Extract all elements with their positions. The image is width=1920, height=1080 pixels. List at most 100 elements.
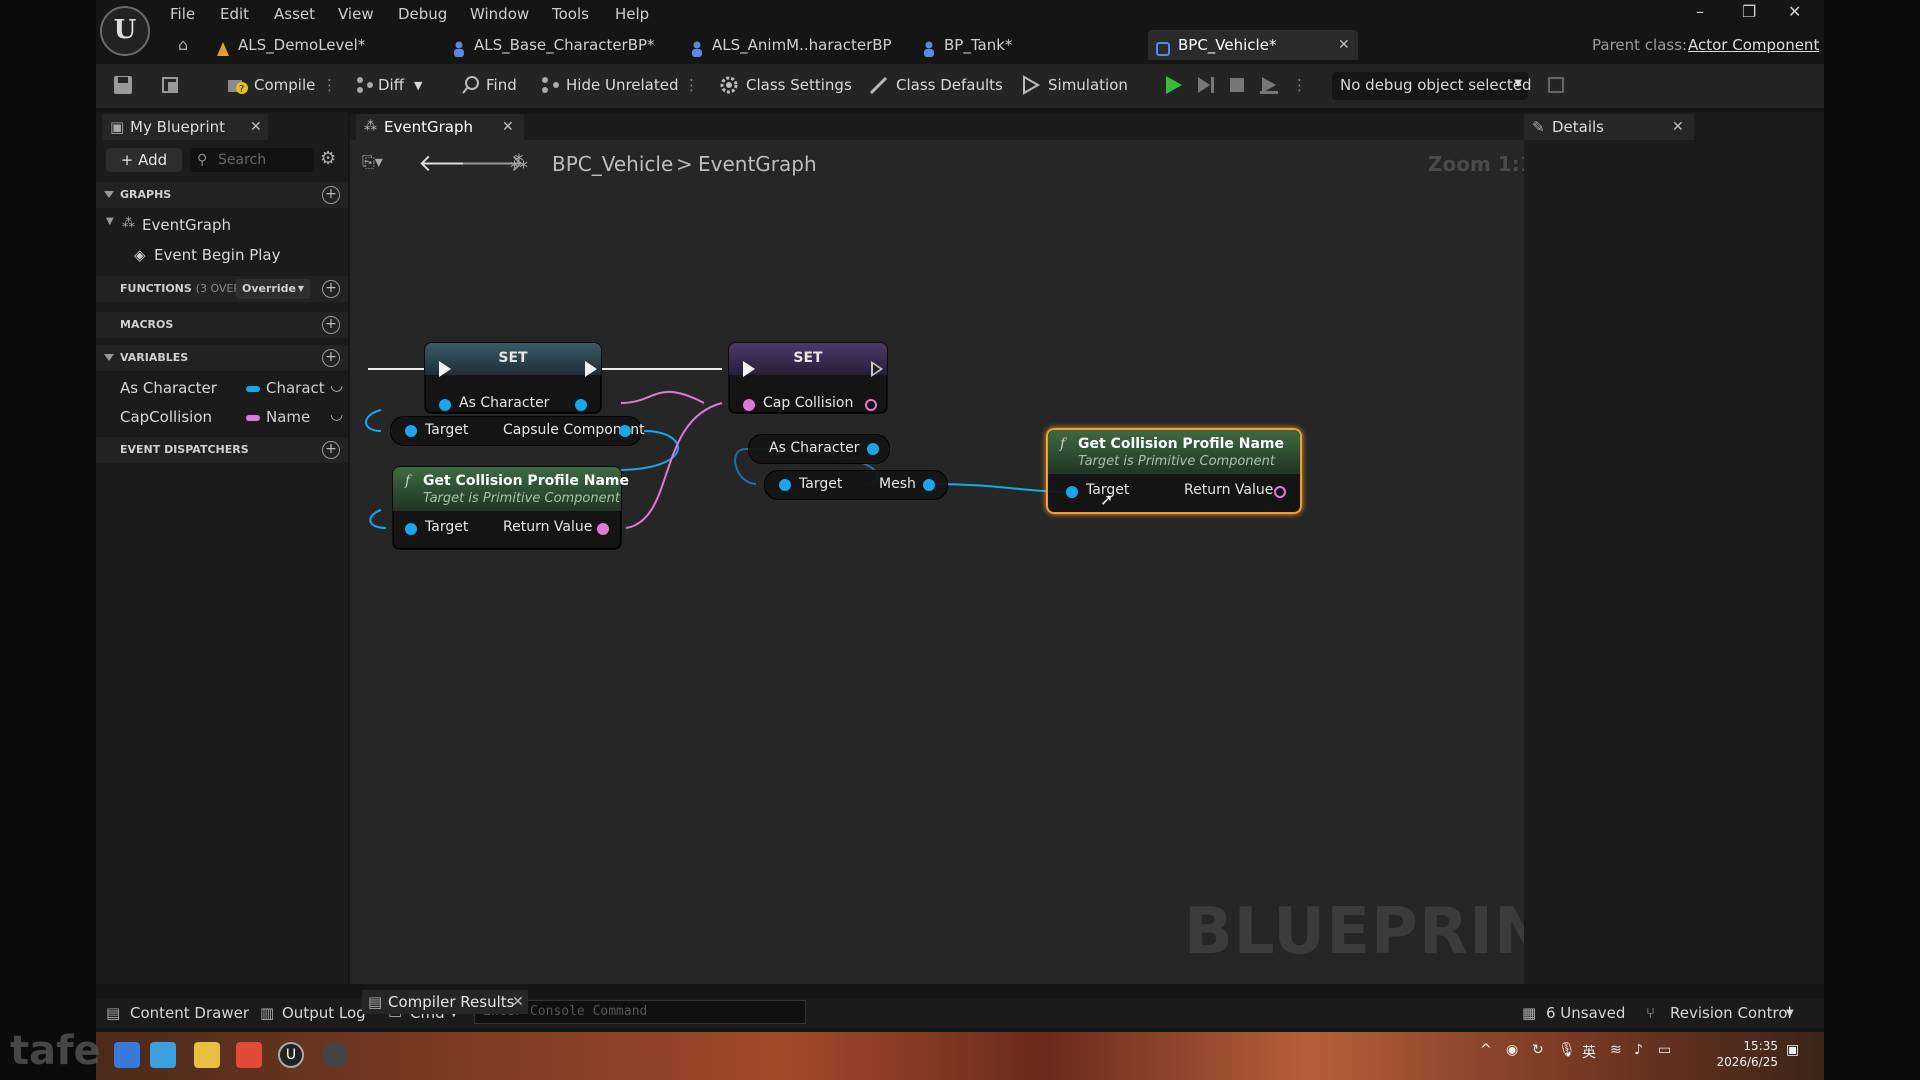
edge-icon[interactable] <box>150 1042 176 1068</box>
exec-out-pin-icon[interactable] <box>871 361 883 377</box>
find-icon[interactable] <box>460 74 482 96</box>
menu-window[interactable]: Window <box>470 5 529 23</box>
variable-type-name[interactable]: Name <box>246 408 310 426</box>
stop-icon[interactable] <box>1226 74 1248 96</box>
close-tab-icon[interactable]: ✕ <box>1338 30 1350 60</box>
hide-unrelated-icon[interactable] <box>540 74 562 96</box>
class-defaults-icon[interactable] <box>868 74 890 96</box>
save-icon[interactable] <box>112 74 134 96</box>
add-function-icon[interactable]: + <box>322 280 340 298</box>
hide-unrelated-button[interactable]: Hide Unrelated <box>566 76 679 94</box>
exec-in-pin-icon[interactable] <box>439 361 451 377</box>
breadcrumb-leaf[interactable]: EventGraph <box>698 152 817 176</box>
compile-icon[interactable]: ? <box>226 74 248 96</box>
output-log-button[interactable]: Output Log <box>282 1004 366 1022</box>
bookmark-icon[interactable]: ⎘▾ <box>362 152 383 172</box>
eject-icon[interactable] <box>1258 74 1280 96</box>
restore-icon[interactable]: ❐ <box>1742 2 1756 21</box>
start-icon[interactable] <box>114 1042 140 1068</box>
input-language[interactable]: 英 <box>1582 1042 1596 1062</box>
simulation-icon[interactable] <box>1020 74 1042 96</box>
close-tab-icon[interactable]: ✕ <box>250 114 262 140</box>
return-pin-icon[interactable] <box>1274 486 1286 498</box>
tab-bp-tank[interactable]: BP_Tank* <box>914 30 1074 60</box>
class-defaults-button[interactable]: Class Defaults <box>896 76 1003 94</box>
class-settings-button[interactable]: Class Settings <box>746 76 852 94</box>
tab-my-blueprint[interactable]: ▣ My Blueprint ✕ <box>102 114 268 140</box>
minimize-icon[interactable]: – <box>1696 2 1704 21</box>
target-pin-icon[interactable] <box>779 479 791 491</box>
unsaved-button[interactable]: 6 Unsaved <box>1546 1004 1625 1022</box>
event-dispatchers-section-header[interactable]: EVENT DISPATCHERS + <box>96 437 348 463</box>
breadcrumb-root[interactable]: BPC_Vehicle <box>552 152 673 176</box>
visibility-eye-icon[interactable]: ◡ <box>330 376 343 394</box>
output-pin-icon[interactable] <box>575 399 587 411</box>
search-input[interactable]: ⚲ Search <box>190 148 314 172</box>
macros-section-header[interactable]: MACROS + <box>96 312 348 338</box>
output-pin-icon[interactable] <box>865 399 877 411</box>
expand-icon[interactable]: ▼ <box>106 216 114 227</box>
variables-section-header[interactable]: VARIABLES + <box>96 345 348 371</box>
exec-in-pin-icon[interactable] <box>743 361 755 377</box>
parent-class-link[interactable]: Actor Component <box>1688 36 1819 54</box>
get-capsule-component-node[interactable]: Target Capsule Component <box>390 416 645 446</box>
menu-debug[interactable]: Debug <box>398 5 447 23</box>
output-pin-icon[interactable] <box>923 479 935 491</box>
output-pin-icon[interactable] <box>619 425 631 437</box>
menu-edit[interactable]: Edit <box>220 5 249 23</box>
set-node-cap-collision[interactable]: SET Cap Collision <box>728 342 888 414</box>
add-graph-icon[interactable]: + <box>322 186 340 204</box>
battery-icon[interactable]: ▭ <box>1658 1042 1671 1058</box>
menu-view[interactable]: View <box>338 5 374 23</box>
step-icon[interactable] <box>1194 74 1216 96</box>
target-pin-icon[interactable] <box>405 425 417 437</box>
chevron-down-icon[interactable]: ▼ <box>414 79 422 92</box>
unreal-taskbar-icon[interactable]: U <box>278 1042 304 1068</box>
tray-sync-icon[interactable]: ↻ <box>1532 1042 1544 1058</box>
tray-app-icon[interactable]: ◉ <box>1506 1042 1518 1058</box>
return-pin-icon[interactable] <box>597 523 609 535</box>
visibility-eye-icon[interactable]: ◡ <box>330 405 343 423</box>
diff-button[interactable]: Diff <box>378 76 404 94</box>
taskbar-clock[interactable]: 15:35 2026/6/25 <box>1716 1038 1778 1070</box>
browse-icon[interactable] <box>160 74 182 96</box>
tab-eventgraph[interactable]: ⁂ EventGraph ✕ <box>356 114 524 140</box>
chevron-down-icon[interactable]: ▼ <box>1786 1008 1794 1019</box>
output-pin-icon[interactable] <box>867 443 879 455</box>
simulation-button[interactable]: Simulation <box>1048 76 1128 94</box>
add-button[interactable]: + Add <box>106 148 182 172</box>
close-tab-icon[interactable]: ✕ <box>512 990 524 1014</box>
gear-icon[interactable] <box>718 74 740 96</box>
target-pin-icon[interactable] <box>405 523 417 535</box>
wifi-icon[interactable]: ≋ <box>1610 1042 1622 1058</box>
more-options-icon[interactable]: ⋮ <box>684 76 699 94</box>
get-collision-profile-node-1[interactable]: f Get Collision Profile Name Target is P… <box>392 466 629 550</box>
debug-object-select[interactable]: No debug object selected ▼ <box>1332 72 1532 100</box>
tab-als-animmanchar[interactable]: ALS_AnimM..haracterBP <box>682 30 892 60</box>
variable-type-character[interactable]: Charact <box>246 379 325 397</box>
notification-icon[interactable]: ▣ <box>1786 1042 1799 1058</box>
revision-control-button[interactable]: Revision Control <box>1670 1004 1792 1022</box>
menu-file[interactable]: File <box>170 5 195 23</box>
menu-asset[interactable]: Asset <box>274 5 315 23</box>
exec-out-pin-icon[interactable] <box>585 361 597 377</box>
obs-icon[interactable] <box>322 1042 348 1068</box>
tab-compiler-results[interactable]: ▤ Compiler Results ✕ <box>362 990 528 1014</box>
tab-als-base-characterbp[interactable]: ALS_Base_CharacterBP* <box>444 30 664 60</box>
input-pin-icon[interactable] <box>743 399 755 411</box>
menu-help[interactable]: Help <box>615 5 649 23</box>
close-window-icon[interactable]: ✕ <box>1788 2 1801 21</box>
gear-icon[interactable]: ⚙ <box>320 148 336 169</box>
add-variable-icon[interactable]: + <box>322 349 340 367</box>
add-macro-icon[interactable]: + <box>322 316 340 334</box>
content-drawer-button[interactable]: Content Drawer <box>130 1004 249 1022</box>
file-explorer-icon[interactable] <box>194 1042 220 1068</box>
tray-chevron-icon[interactable]: ^ <box>1480 1042 1492 1058</box>
get-mesh-node[interactable]: Target Mesh <box>764 470 948 500</box>
set-node-as-character[interactable]: SET As Character <box>424 342 602 414</box>
brave-icon[interactable] <box>236 1042 262 1068</box>
tab-als-demolevel[interactable]: ALS_DemoLevel* <box>208 30 428 60</box>
compile-button[interactable]: Compile <box>254 76 315 94</box>
get-collision-profile-node-2[interactable]: f Get Collision Profile Name Target is P… <box>1046 428 1302 514</box>
variable-as-character[interactable]: As Character <box>120 379 217 397</box>
